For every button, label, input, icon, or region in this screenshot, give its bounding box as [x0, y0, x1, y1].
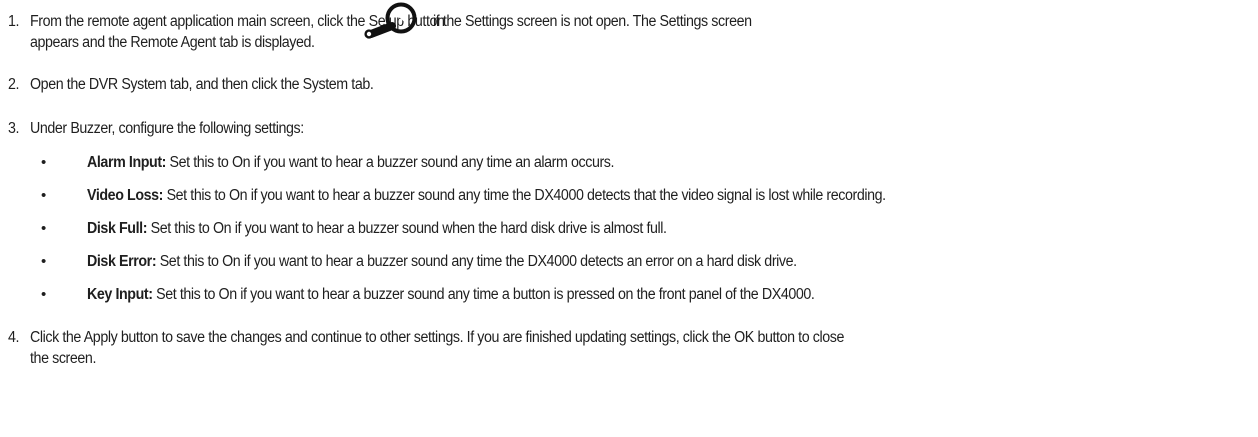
- bullet-marker: •: [41, 187, 47, 204]
- setup-wrench-icon: [364, 2, 417, 39]
- bullet-marker: •: [41, 154, 47, 171]
- setting-name: Disk Full:: [87, 220, 148, 237]
- step-1-text-line2: appears and the Remote Agent tab is disp…: [30, 34, 315, 51]
- step-number: 4.: [8, 329, 20, 346]
- setting-description: Set this to On if you want to hear a buz…: [147, 220, 667, 237]
- step-4-text: Click the Apply button to save the chang…: [30, 329, 844, 346]
- list-item-text: Key Input: Set this to On if you want to…: [87, 285, 815, 305]
- setting-name: Key Input:: [87, 286, 153, 303]
- setting-description: Set this to On if you want to hear a buz…: [166, 154, 615, 171]
- step-4-text-line2: the screen.: [30, 350, 96, 367]
- setting-description: Set this to On if you want to hear a buz…: [163, 187, 887, 204]
- step-number: 2.: [8, 76, 20, 93]
- list-item-text: Alarm Input: Set this to On if you want …: [87, 153, 615, 173]
- procedure-document: 1. From the remote agent application mai…: [0, 0, 1258, 437]
- list-item-text: Disk Error: Set this to On if you want t…: [87, 252, 797, 272]
- setting-name: Alarm Input:: [87, 154, 167, 171]
- bullet-marker: •: [41, 286, 47, 303]
- bullet-marker: •: [41, 220, 47, 237]
- step-2-text: Open the DVR System tab, and then click …: [30, 76, 374, 93]
- step-3-text: Under Buzzer, configure the following se…: [30, 120, 304, 137]
- setting-name: Disk Error:: [87, 253, 157, 270]
- setting-name: Video Loss:: [87, 187, 164, 204]
- step-number: 1.: [8, 13, 20, 30]
- setting-description: Set this to On if you want to hear a buz…: [152, 286, 815, 303]
- list-item-text: Disk Full: Set this to On if you want to…: [87, 219, 667, 239]
- setting-description: Set this to On if you want to hear a buz…: [156, 253, 797, 270]
- step-number: 3.: [8, 120, 20, 137]
- step-1-text-continued: if the Settings screen is not open. The …: [433, 13, 752, 30]
- bullet-marker: •: [41, 253, 47, 270]
- list-item-text: Video Loss: Set this to On if you want t…: [87, 186, 886, 206]
